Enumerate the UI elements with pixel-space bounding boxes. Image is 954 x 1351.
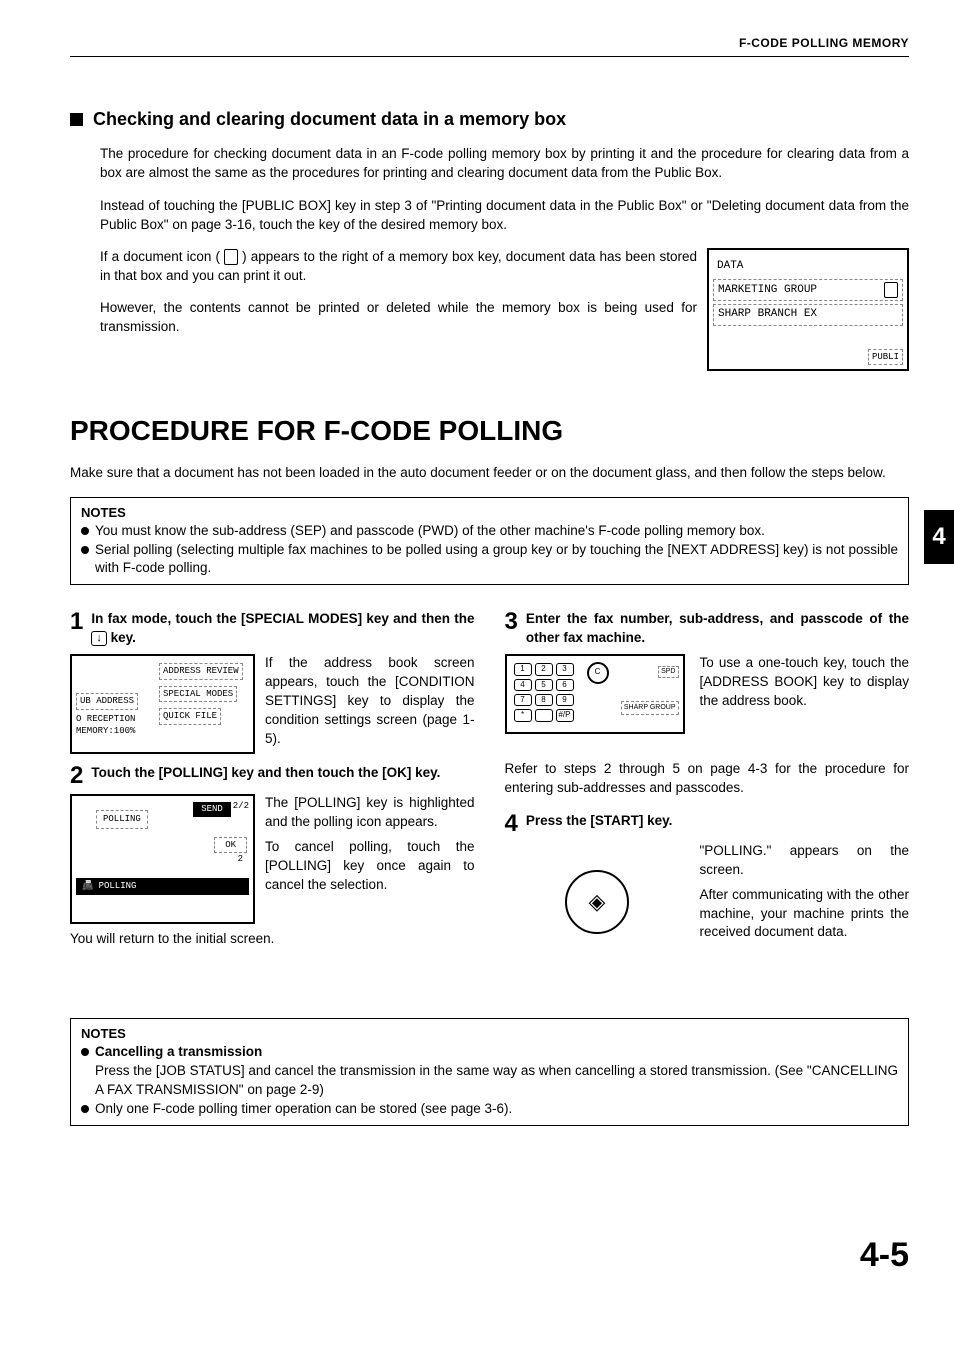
keypad-key: 9 [556,694,574,706]
quick-file-key: QUICK FILE [159,708,221,725]
section-heading: Checking and clearing document data in a… [70,107,909,132]
clear-key-icon: C [587,662,609,684]
address-review-key: ADDRESS REVIEW [159,663,243,680]
polling-key: POLLING [96,810,148,829]
document-icon [224,249,238,265]
panel-label: DATA [717,259,743,274]
panel-item: MARKETING GROUP [718,283,817,298]
note-item: Press the [JOB STATUS] and cancel the tr… [95,1063,898,1097]
step3-footer: Refer to steps 2 through 5 on page 4-3 f… [505,760,910,798]
step-2: 2 Touch the [POLLING] key and then touch… [70,764,475,788]
bullet-icon [81,527,89,535]
note-item: Only one F-code polling timer operation … [95,1100,512,1119]
step-1: 1 In fax mode, touch the [SPECIAL MODES]… [70,610,475,648]
procedure-intro: Make sure that a document has not been l… [70,464,909,483]
keypad-key: 2 [535,663,553,675]
down-arrow-key-icon: ↓ [91,631,107,646]
step-title: Press the [START] key. [526,812,673,836]
step-text: To use a one-touch key, touch the [ADDRE… [700,654,910,711]
keypad-key: 3 [556,663,574,675]
ub-address-key: UB ADDRESS [76,693,138,710]
page-count: 2/2 [233,800,249,813]
text-fragment: In fax mode, touch the [SPECIAL MODES] k… [91,611,474,626]
bar-label: POLLING [99,881,137,891]
page-header: F-CODE POLLING MEMORY [70,35,909,57]
step-4: 4 Press the [START] key. [505,812,910,836]
chapter-tab: 4 [924,510,954,564]
spd-key: SPD [658,666,678,678]
step-title: In fax mode, touch the [SPECIAL MODES] k… [91,610,474,648]
ok-key: OK [214,837,247,854]
step-number: 4 [505,812,518,836]
step-title: Touch the [POLLING] key and then touch t… [91,764,440,788]
status-text: O RECEPTION [76,714,135,724]
notes-heading: NOTES [81,504,898,522]
keypad-key [535,709,553,721]
keypad-key: 5 [535,679,553,691]
public-tag: PUBLI [868,349,903,366]
text-fragment: key. [111,630,136,645]
step-text: To cancel polling, touch the [POLLING] k… [265,838,475,895]
note-subtitle: Cancelling a transmission [95,1044,262,1059]
keypad-key: * [514,709,532,721]
step2-panel: 2/2 POLLING SEND OK 2 📠 POLLING [70,794,255,924]
document-icon [884,282,898,298]
panel-item: SHARP BRANCH EX [718,307,817,322]
step-text: If the address book screen appears, touc… [265,654,475,754]
notes-box: NOTES You must know the sub-address (SEP… [70,497,909,586]
start-button-illustration: ◈ [505,842,690,962]
keypad-key: 4 [514,679,532,691]
section-title-text: Checking and clearing document data in a… [93,107,566,132]
special-modes-key: SPECIAL MODES [159,686,237,703]
notes-box-bottom: NOTES Cancelling a transmission Press th… [70,1018,909,1126]
start-diamond-icon: ◈ [565,870,629,934]
memory-box-panel: DATA MARKETING GROUP SHARP BRANCH EX PUB… [707,248,909,371]
bullet-icon [81,1048,89,1056]
step-3: 3 Enter the fax number, sub-address, and… [505,610,910,648]
step1-panel: ADDRESS REVIEW SPECIAL MODES QUICK FILE … [70,654,255,754]
polling-icon-bar: 📠 POLLING [76,878,249,895]
page-number: 4-5 [860,1232,909,1280]
step-text: After communicating with the other machi… [700,886,910,943]
square-bullet-icon [70,113,83,126]
keypad-key: 7 [514,694,532,706]
step-title: Enter the fax number, sub-address, and p… [526,610,909,648]
text-fragment: If a document icon ( [100,249,220,264]
memory-status: MEMORY:100% [76,726,135,736]
paragraph: The procedure for checking document data… [100,145,909,183]
bullet-icon [81,546,89,554]
step-number: 2 [70,764,83,788]
sharp-group-key: SHARP GROUP [621,701,679,715]
bullet-icon [81,1105,89,1113]
keypad-key: 6 [556,679,574,691]
note-item: You must know the sub-address (SEP) and … [95,522,765,541]
step-number: 3 [505,610,518,648]
keypad-key: 1 [514,663,532,675]
notes-heading: NOTES [81,1025,898,1043]
keypad-key: 8 [535,694,553,706]
section-body: The procedure for checking document data… [100,145,909,376]
note-item: Serial polling (selecting multiple fax m… [95,541,898,579]
step2-footer: You will return to the initial screen. [70,930,475,949]
page-count2: 2 [238,853,243,866]
send-key: SEND [193,802,231,817]
step3-keypad: 1 2 3 4 5 6 7 8 9 * #/P [505,654,690,754]
step-number: 1 [70,610,83,648]
procedure-title: PROCEDURE FOR F-CODE POLLING [70,411,909,450]
keypad-key: #/P [556,709,574,721]
paragraph: Instead of touching the [PUBLIC BOX] key… [100,197,909,235]
step-text: The [POLLING] key is highlighted and the… [265,794,475,832]
step-text: "POLLING." appears on the screen. [700,842,910,880]
